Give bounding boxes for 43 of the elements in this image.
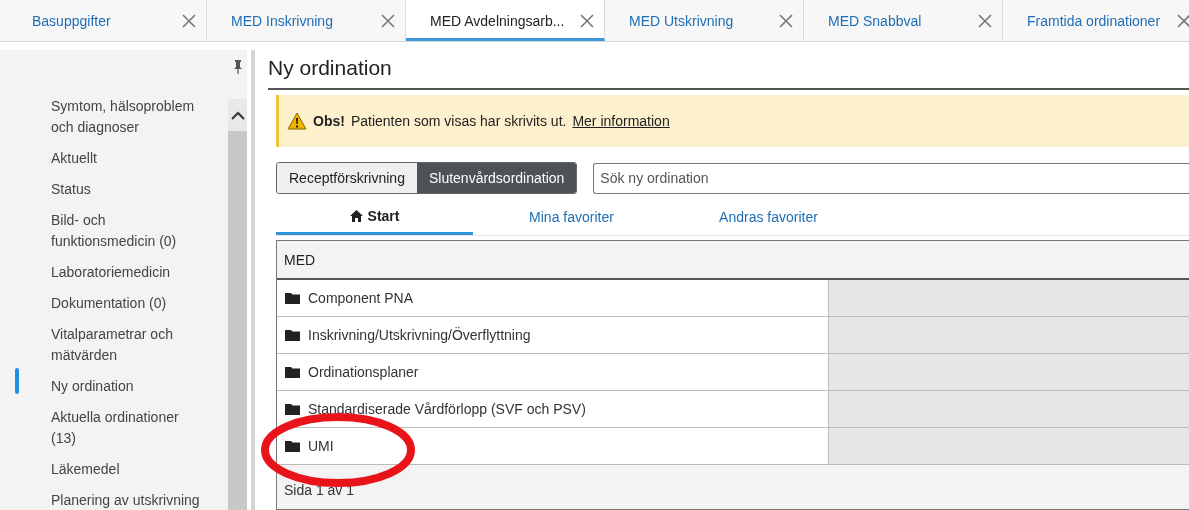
alert-title: Obs! [313, 113, 345, 129]
sidebar-item[interactable]: Symtom, hälsoproblem och diagnoser [51, 96, 203, 138]
sidebar-item[interactable]: Läkemedel [51, 459, 203, 480]
mode-button[interactable]: Receptförskrivning [277, 163, 417, 193]
folder-icon [285, 366, 300, 378]
folder-icon [285, 403, 300, 415]
subtab[interactable]: Andras favoriter [670, 199, 867, 235]
subtab[interactable]: Mina favoriter [473, 199, 670, 235]
alert-text: Patienten som visas har skrivits ut. [350, 113, 567, 129]
document-tab[interactable]: MED Snabbval [804, 0, 1003, 41]
document-tab[interactable]: MED Avdelningsarb... [406, 0, 605, 41]
close-icon[interactable] [182, 13, 196, 28]
sidebar-item[interactable]: Dokumentation (0) [51, 293, 203, 314]
sidebar-item[interactable]: Planering av utskrivning [51, 490, 203, 510]
close-icon[interactable] [978, 13, 992, 28]
sidebar-item[interactable]: Aktuellt [51, 148, 203, 169]
sidebar-item[interactable]: Vitalparametrar och mätvärden [51, 324, 203, 366]
folder-icon [285, 440, 300, 452]
folder-icon [285, 292, 300, 304]
table-header: MED [277, 241, 1189, 280]
sidebar-item[interactable]: Ny ordination [51, 376, 203, 397]
folder-icon [285, 329, 300, 341]
mode-button[interactable]: Slutenvårdsordination [416, 163, 577, 193]
document-tab[interactable]: Framtida ordinationer [1003, 0, 1189, 41]
chevron-up-icon[interactable] [230, 111, 245, 121]
close-icon[interactable] [779, 13, 793, 28]
scrollbar-thumb[interactable] [228, 131, 247, 510]
search-field[interactable]: Sök ny ordination [593, 162, 1189, 194]
sidebar-item[interactable]: Status [51, 179, 203, 200]
document-tab[interactable]: MED Utskrivning [605, 0, 804, 41]
page-title: Ny ordination [268, 56, 1189, 90]
home-icon [349, 209, 363, 222]
close-icon[interactable] [1177, 13, 1189, 28]
pin-icon[interactable] [232, 60, 243, 74]
close-icon[interactable] [580, 13, 594, 28]
warning-icon [287, 112, 307, 130]
sidebar-item[interactable]: Aktuella ordinationer (13) [51, 407, 203, 449]
more-info-link[interactable]: Mer information [572, 113, 670, 129]
sidebar-item[interactable]: Laboratoriemedicin [51, 262, 203, 283]
sidebar-item[interactable]: Bild- och funktionsmedicin (0) [51, 210, 203, 252]
close-icon[interactable] [381, 13, 395, 28]
document-tab[interactable]: Basuppgifter [8, 0, 207, 41]
subtab[interactable]: Start [276, 199, 473, 235]
